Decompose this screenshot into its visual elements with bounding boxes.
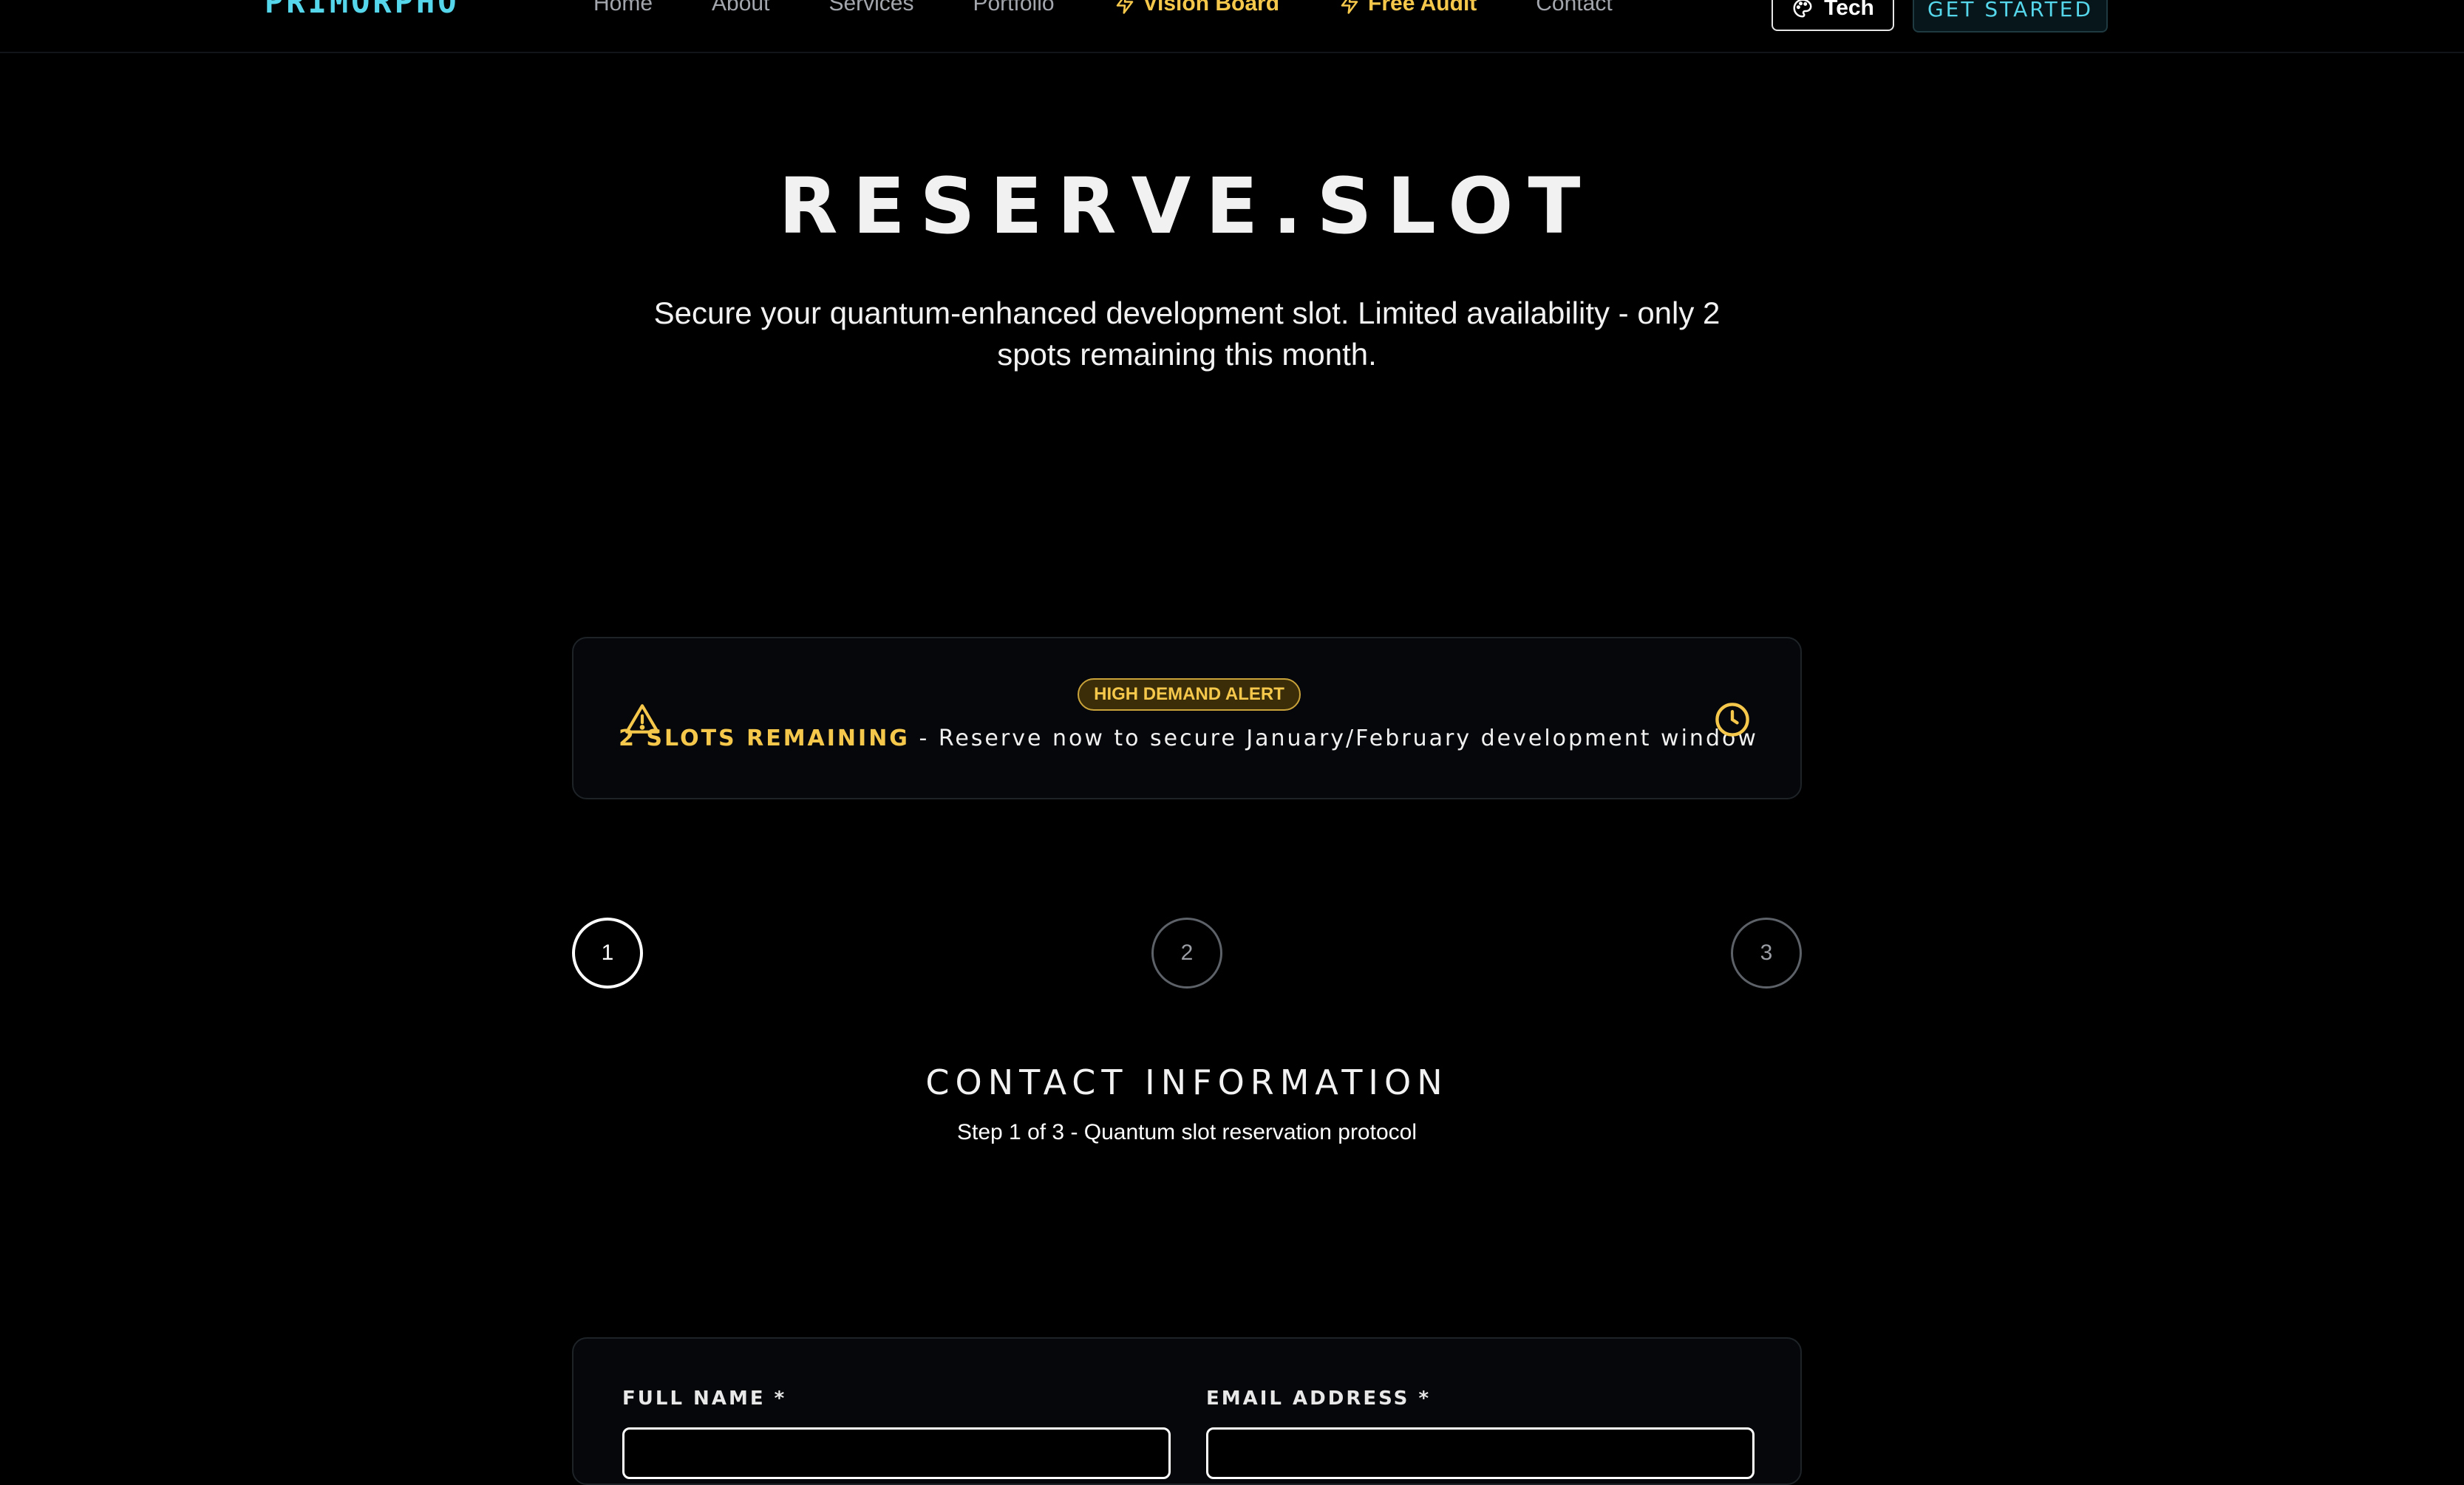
nav-link-portfolio[interactable]: Portfolio — [973, 0, 1054, 16]
nav-link-label: Portfolio — [973, 0, 1055, 16]
nav-link-label: About — [712, 0, 770, 16]
lightning-icon — [1341, 0, 1358, 14]
nav-link-label: Contact — [1536, 0, 1613, 16]
clock-icon — [1715, 703, 1749, 737]
nav-link-label: Vision Board — [1143, 0, 1280, 16]
lightning-icon — [1116, 0, 1133, 14]
get-started-button[interactable]: GET STARTED — [1913, 0, 2108, 33]
full-name-input[interactable] — [622, 1427, 1171, 1479]
step-indicator-3: 3 — [1731, 918, 1802, 989]
nav-link-label: Home — [593, 0, 653, 16]
nav-link-label: Free Audit — [1368, 0, 1477, 16]
nav-link-services[interactable]: Services — [828, 0, 913, 16]
alert-highlight: 2 SLOTS REMAINING — [619, 726, 910, 751]
high-demand-alert: HIGH DEMAND ALERT 2 SLOTS REMAINING - Re… — [572, 637, 1802, 799]
step-indicator-1: 1 — [572, 918, 643, 989]
brand-logo[interactable]: PRIMORPHO — [265, 0, 460, 20]
contact-form: FULL NAME * EMAIL ADDRESS * — [572, 1337, 1802, 1485]
section-title: CONTACT INFORMATION — [925, 1062, 1449, 1102]
nav-link-vision-board[interactable]: Vision Board — [1114, 0, 1279, 16]
top-nav: PRIMORPHO Home About Services Portfolio … — [0, 0, 2464, 53]
theme-toggle-button[interactable]: Tech — [1772, 0, 1894, 31]
nav-link-home[interactable]: Home — [593, 0, 653, 16]
nav-link-about[interactable]: About — [712, 0, 769, 16]
page-subtitle: Secure your quantum-enhanced development… — [653, 296, 1721, 372]
theme-label: Tech — [1824, 0, 1874, 20]
step-indicator-2: 2 — [1151, 918, 1222, 989]
alert-message-text: - Reserve now to secure January/February… — [909, 726, 1758, 751]
nav-link-label: Services — [828, 0, 914, 16]
alert-badge: HIGH DEMAND ALERT — [1078, 678, 1301, 711]
section-subtitle: Step 1 of 3 - Quantum slot reservation p… — [957, 1120, 1417, 1144]
nav-link-free-audit[interactable]: Free Audit — [1338, 0, 1477, 16]
email-label: EMAIL ADDRESS * — [1206, 1387, 1432, 1410]
palette-icon — [1793, 0, 1812, 18]
alert-message: 2 SLOTS REMAINING - Reserve now to secur… — [574, 726, 1803, 751]
full-name-label: FULL NAME * — [622, 1387, 787, 1410]
nav-link-contact[interactable]: Contact — [1536, 0, 1612, 16]
nav-links: Home About Services Portfolio Vision Boa… — [593, 0, 1613, 16]
page-title: RESERVE.SLOT — [778, 161, 1596, 251]
email-input[interactable] — [1206, 1427, 1755, 1479]
